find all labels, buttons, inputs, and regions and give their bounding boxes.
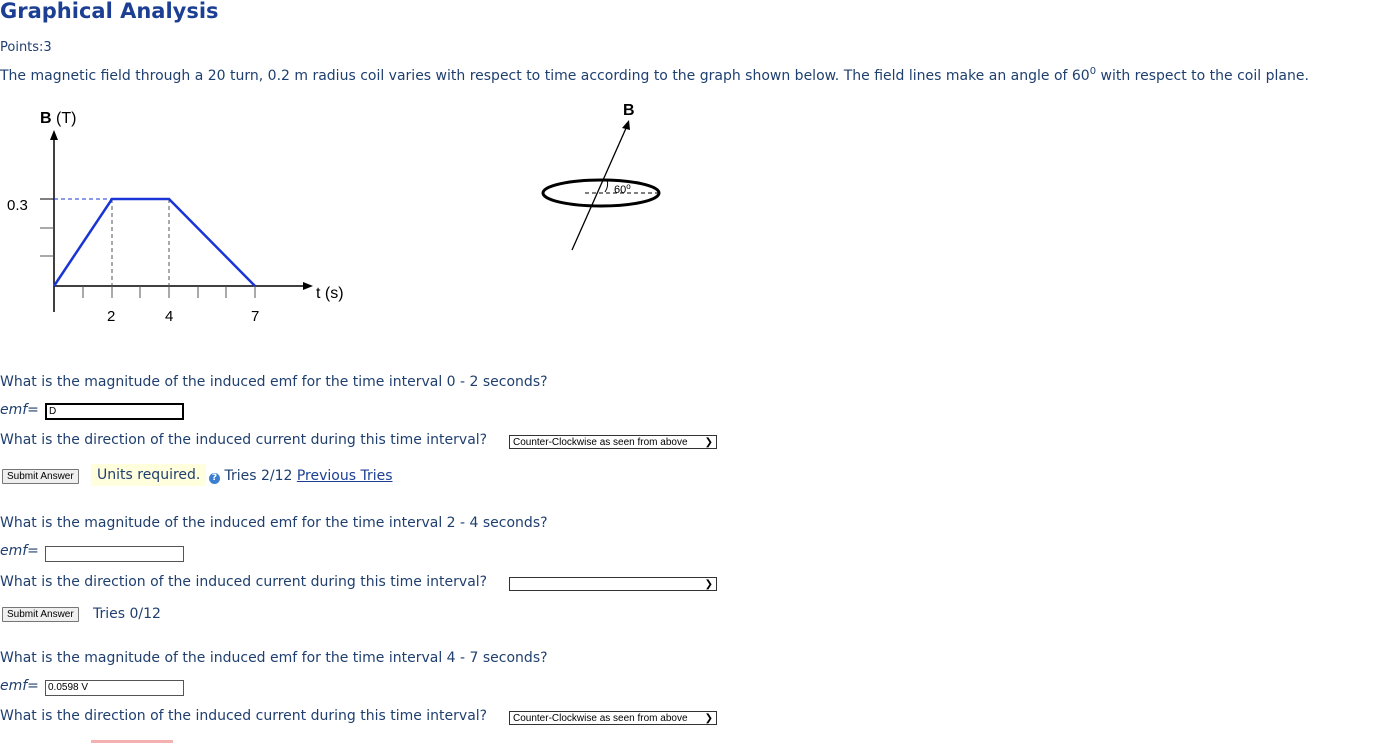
- part3-emf-input[interactable]: 0.0598 V: [45, 680, 184, 696]
- part2-emf-question: What is the magnitude of the induced emf…: [0, 515, 548, 531]
- part2-tries: Tries 0/12: [93, 606, 161, 622]
- points-label: Points:3: [0, 40, 52, 55]
- part2-emf-input[interactable]: [45, 546, 184, 562]
- part1-submit-button[interactable]: Submit Answer: [2, 469, 79, 484]
- part2-direction-select[interactable]: ❯: [509, 577, 717, 591]
- x-tick-label: 4: [165, 308, 173, 325]
- part1-tries: ? Tries 2/12 Previous Tries: [209, 468, 393, 484]
- x-ticks: [82, 286, 256, 298]
- prompt-text-after: with respect to the coil plane.: [1096, 68, 1309, 84]
- y-axis-arrow: [50, 130, 58, 140]
- part1-tries-count: Tries 2/12: [224, 468, 293, 484]
- page-title: Graphical Analysis: [0, 0, 219, 23]
- y-tick-label: 0.3: [7, 197, 28, 214]
- part1-direction-select[interactable]: Counter-Clockwise as seen from above ❯: [509, 435, 717, 449]
- chevron-down-icon: ❯: [704, 713, 713, 724]
- x-tick-label: 2: [107, 308, 115, 325]
- field-arrow: [622, 120, 630, 130]
- graph-x-label: t (s): [316, 285, 344, 302]
- part1-emf-question: What is the magnitude of the induced emf…: [0, 374, 548, 390]
- field-label: B: [623, 102, 635, 119]
- part2-emf-label: emf=: [0, 543, 39, 559]
- part2-submit-button[interactable]: Submit Answer: [2, 607, 79, 622]
- part3-direction-question: What is the direction of the induced cur…: [0, 708, 488, 724]
- problem-statement: The magnetic field through a 20 turn, 0.…: [0, 67, 1309, 85]
- chevron-down-icon: ❯: [704, 437, 713, 448]
- angle-label: 60o: [614, 182, 631, 196]
- x-tick-label: 7: [251, 308, 259, 325]
- help-icon[interactable]: ?: [209, 473, 220, 484]
- angle-arc: [604, 179, 609, 193]
- x-axis-arrow: [303, 282, 313, 290]
- field-curve: [52, 197, 256, 287]
- part1-emf-input[interactable]: D: [45, 403, 184, 420]
- prompt-text-before: The magnetic field through a 20 turn, 0.…: [0, 68, 1090, 84]
- part1-emf-label: emf=: [0, 402, 39, 418]
- part3-emf-label: emf=: [0, 678, 39, 694]
- graph-y-label: B (T): [40, 110, 76, 127]
- previous-tries-link[interactable]: Previous Tries: [297, 468, 393, 484]
- units-required-message: Units required.: [91, 464, 207, 486]
- part3-emf-question: What is the magnitude of the induced emf…: [0, 650, 548, 666]
- b-vs-t-graph: B (T) 0.3 2 4 7 t (s): [7, 110, 344, 325]
- coil-diagram: B 60o: [541, 102, 661, 251]
- part2-direction-question: What is the direction of the induced cur…: [0, 574, 488, 590]
- chevron-down-icon: ❯: [704, 579, 713, 590]
- part3-direction-select[interactable]: Counter-Clockwise as seen from above ❯: [509, 711, 717, 725]
- part1-direction-question: What is the direction of the induced cur…: [0, 432, 488, 448]
- part1-direction-value: Counter-Clockwise as seen from above: [513, 437, 688, 448]
- part3-direction-value: Counter-Clockwise as seen from above: [513, 713, 688, 724]
